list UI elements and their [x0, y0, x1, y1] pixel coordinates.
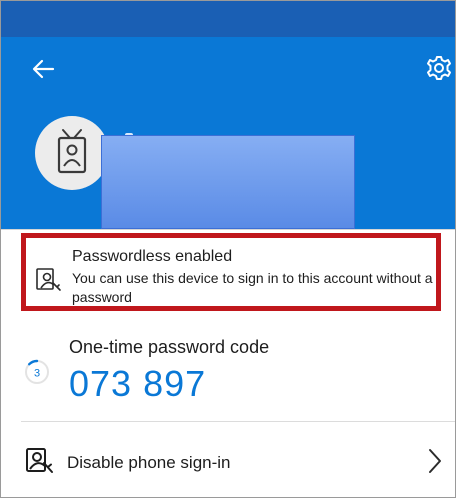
passwordless-description: You can use this device to sign in to th…: [72, 270, 433, 305]
passwordless-status-card: Passwordless enabled You can use this de…: [21, 233, 441, 311]
status-bar: [1, 1, 455, 37]
back-button[interactable]: [27, 53, 59, 85]
row-divider: [21, 421, 455, 422]
header-divider: [1, 229, 455, 230]
disable-phone-signin-button[interactable]: Disable phone sign-in: [1, 431, 455, 491]
arrow-left-icon: [32, 59, 55, 79]
account-header: [1, 37, 455, 229]
id-badge-icon: [57, 129, 87, 174]
disable-phone-signin-label: Disable phone sign-in: [67, 453, 231, 472]
authenticator-account-screen: Passwordless enabled You can use this de…: [0, 0, 456, 498]
countdown-seconds: 3: [34, 368, 40, 380]
passwordless-title: Passwordless enabled: [72, 248, 233, 265]
passwordless-person-key-icon: [36, 268, 61, 291]
account-avatar: [35, 116, 109, 190]
settings-button[interactable]: [425, 53, 453, 83]
otp-code[interactable]: 073 897: [69, 363, 206, 405]
gear-icon: [427, 56, 451, 80]
countdown-timer: 3: [25, 359, 49, 384]
phone-signin-icon: [26, 448, 53, 473]
chevron-right-icon: [429, 449, 441, 473]
redacted-account-name: [101, 135, 355, 229]
otp-label: One-time password code: [69, 337, 270, 357]
